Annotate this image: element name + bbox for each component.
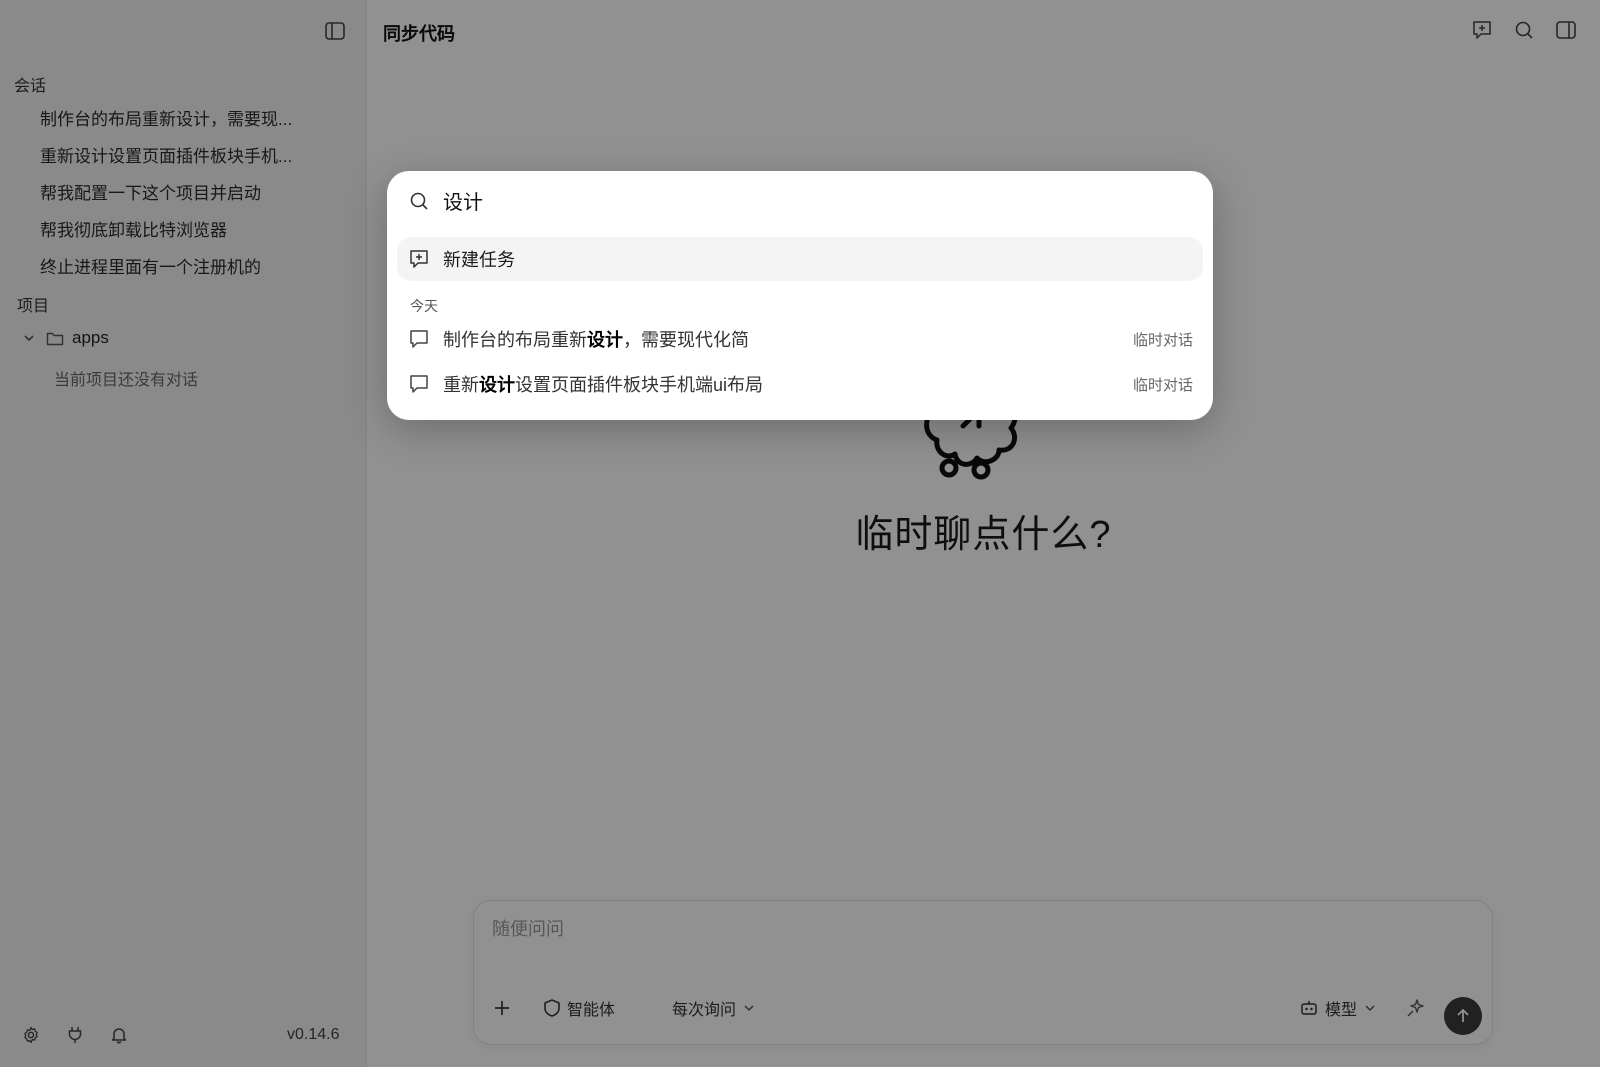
palette-search-input[interactable] [443,189,1143,212]
search-result[interactable]: 重新设计设置页面插件板块手机端ui布局 临时对话 [409,369,1193,399]
result-type-tag: 临时对话 [1132,376,1193,394]
new-task-option[interactable]: 新建任务 [397,237,1203,281]
search-palette: 新建任务 今天 制作台的布局重新设计，需要现代化简 临时对话 重新设计设置页面插… [387,171,1213,420]
search-icon [409,191,429,211]
new-task-label: 新建任务 [443,250,515,270]
result-title: 重新设计设置页面插件板块手机端ui布局 [443,375,764,395]
chat-bubble-icon [409,374,429,394]
results-group-label: 今天 [410,298,438,314]
modal-backdrop[interactable] [0,0,1600,1067]
palette-search-bar [409,189,1143,212]
search-result[interactable]: 制作台的布局重新设计，需要现代化简 临时对话 [409,324,1193,354]
result-type-tag: 临时对话 [1132,331,1193,349]
result-title: 制作台的布局重新设计，需要现代化简 [443,330,749,350]
chat-bubble-icon [409,329,429,349]
new-task-icon [409,249,429,269]
